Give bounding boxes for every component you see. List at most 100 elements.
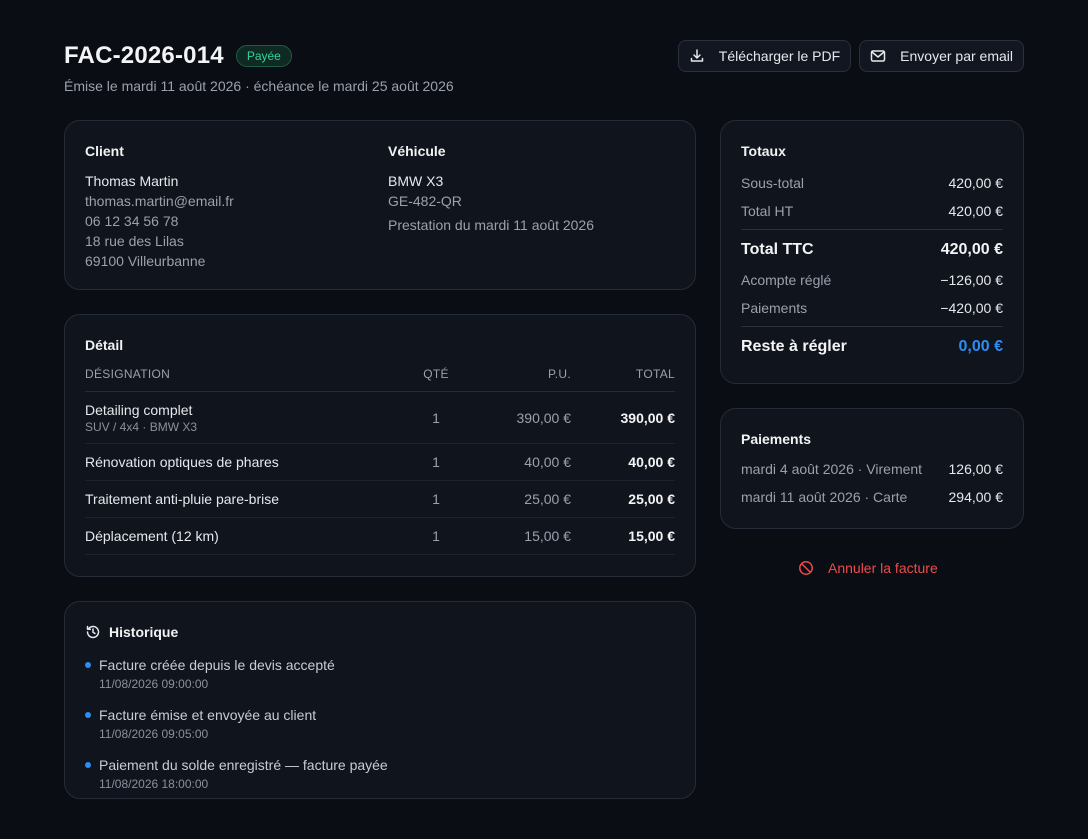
send-email-button[interactable]: Envoyer par email bbox=[859, 40, 1024, 72]
client-vehicle-card: Client Thomas Martin thomas.martin@email… bbox=[64, 120, 696, 290]
client-section: Client Thomas Martin thomas.martin@email… bbox=[85, 143, 234, 271]
status-badge: Payée bbox=[235, 45, 292, 67]
item-name: Detailing complet bbox=[85, 401, 193, 418]
total-ht-label: Total HT bbox=[741, 203, 794, 219]
amount-due-row: Reste à régler 0,00 € bbox=[741, 331, 1003, 363]
table-row: Detailing complet SUV / 4x4 · BMW X3 1 3… bbox=[85, 392, 675, 444]
client-phone: 06 12 34 56 78 bbox=[85, 213, 179, 229]
history-time: 11/08/2026 09:00:00 bbox=[99, 677, 209, 691]
download-icon bbox=[690, 49, 704, 62]
col-designation: DÉSIGNATION bbox=[85, 367, 171, 381]
item-unit-price: 15,00 € bbox=[524, 528, 571, 544]
total-ttc-label: Total TTC bbox=[741, 241, 814, 258]
vehicle-section: Véhicule BMW X3 GE-482-QR Prestation du … bbox=[388, 143, 594, 235]
payment-row: mardi 4 août 2026 · Virement 126,00 € bbox=[741, 455, 1003, 483]
mail-icon bbox=[870, 50, 886, 62]
row-designation: Detailing complet SUV / 4x4 · BMW X3 bbox=[85, 402, 414, 434]
download-pdf-button[interactable]: Télécharger le PDF bbox=[677, 40, 852, 72]
subtotal-row: Sous-total 420,00 € bbox=[741, 169, 1003, 197]
payments-total-row: Paiements −420,00 € bbox=[741, 294, 1003, 322]
item-unit-price: 390,00 € bbox=[516, 409, 572, 426]
client-address-street: 18 rue des Lilas bbox=[85, 233, 184, 249]
client-address-city: 69100 Villeurbanne bbox=[85, 253, 206, 269]
timeline-dot bbox=[85, 712, 91, 718]
amount-due-label: Reste à régler bbox=[741, 338, 847, 355]
send-email-label: Envoyer par email bbox=[900, 48, 1013, 64]
table-row: Rénovation optiques de phares 1 40,00 € … bbox=[85, 444, 675, 481]
payment-label: mardi 11 août 2026 · Carte bbox=[741, 489, 908, 505]
vehicle-plate: GE-482-QR bbox=[388, 193, 462, 209]
item-total: 15,00 € bbox=[628, 528, 675, 544]
history-time: 11/08/2026 18:00:00 bbox=[99, 777, 209, 791]
item-total: 25,00 € bbox=[628, 491, 675, 507]
item-qty: 1 bbox=[432, 491, 440, 507]
client-name: Thomas Martin bbox=[85, 173, 179, 189]
divider bbox=[741, 326, 1003, 327]
cancel-invoice-button[interactable]: Annuler la facture bbox=[798, 560, 938, 576]
item-qty: 1 bbox=[432, 454, 440, 470]
payment-amount: 126,00 € bbox=[948, 461, 1004, 477]
payment-row: mardi 11 août 2026 · Carte 294,00 € bbox=[741, 483, 1003, 511]
amount-due-value: 0,00 € bbox=[958, 338, 1003, 355]
item-name: Traitement anti-pluie pare-brise bbox=[85, 491, 280, 507]
history-item: Facture émise et envoyée au client 11/08… bbox=[85, 706, 675, 742]
detail-title: Détail bbox=[85, 337, 124, 353]
item-name: Déplacement (12 km) bbox=[85, 528, 219, 544]
deposit-value: −126,00 € bbox=[940, 272, 1003, 288]
divider bbox=[741, 229, 1003, 230]
vehicle-title: Véhicule bbox=[388, 143, 446, 159]
client-title: Client bbox=[85, 143, 124, 159]
deposit-label: Acompte réglé bbox=[741, 272, 832, 288]
table-row: Traitement anti-pluie pare-brise 1 25,00… bbox=[85, 481, 675, 518]
payment-label: mardi 4 août 2026 · Virement bbox=[741, 461, 923, 477]
item-unit-price: 25,00 € bbox=[524, 491, 571, 507]
history-list: Facture créée depuis le devis accepté 11… bbox=[85, 656, 675, 792]
history-card: Historique Facture créée depuis le devis… bbox=[64, 601, 696, 799]
total-ht-value: 420,00 € bbox=[948, 203, 1004, 219]
invoice-number: FAC-2026-014 bbox=[64, 42, 224, 69]
download-pdf-label: Télécharger le PDF bbox=[718, 48, 841, 64]
vehicle-model: BMW X3 bbox=[388, 173, 444, 189]
totals-title: Totaux bbox=[741, 143, 786, 159]
subtotal-value: 420,00 € bbox=[948, 175, 1004, 191]
history-time: 11/08/2026 09:05:00 bbox=[99, 727, 209, 741]
timeline-dot bbox=[85, 662, 91, 668]
history-header: Historique bbox=[85, 624, 675, 640]
col-total: TOTAL bbox=[635, 367, 675, 381]
table-header: DÉSIGNATION QTÉ P.U. TOTAL bbox=[85, 367, 675, 392]
client-email: thomas.martin@email.fr bbox=[85, 193, 234, 209]
cancel-invoice-label: Annuler la facture bbox=[828, 560, 938, 576]
item-unit-price: 40,00 € bbox=[524, 454, 571, 470]
payments-total-label: Paiements bbox=[741, 300, 808, 316]
history-icon bbox=[86, 625, 100, 639]
history-text: Paiement du solde enregistré — facture p… bbox=[99, 757, 388, 773]
totals-card: Totaux Sous-total 420,00 € Total HT 420,… bbox=[720, 120, 1024, 384]
timeline-dot bbox=[85, 762, 91, 768]
invoice-header: FAC-2026-014 Payée Émise le mardi 11 aoû… bbox=[64, 40, 1024, 94]
total-ttc-value: 420,00 € bbox=[940, 241, 1003, 258]
total-ttc-row: Total TTC 420,00 € bbox=[741, 234, 1003, 266]
history-item: Facture créée depuis le devis accepté 11… bbox=[85, 656, 675, 692]
total-ht-row: Total HT 420,00 € bbox=[741, 197, 1003, 225]
invoice-dates: Émise le mardi 11 août 2026 · échéance l… bbox=[64, 78, 454, 94]
item-name: Rénovation optiques de phares bbox=[85, 454, 279, 470]
header-actions: Télécharger le PDF Envoyer par email bbox=[677, 40, 1024, 72]
subtotal-label: Sous-total bbox=[741, 175, 805, 191]
item-total: 390,00 € bbox=[620, 409, 676, 426]
ban-icon bbox=[799, 561, 813, 575]
col-qty: QTÉ bbox=[423, 367, 449, 381]
history-text: Facture créée depuis le devis accepté bbox=[99, 657, 335, 673]
payments-title: Paiements bbox=[741, 431, 812, 447]
item-qty: 1 bbox=[432, 409, 440, 426]
table-row: Déplacement (12 km) 1 15,00 € 15,00 € bbox=[85, 518, 675, 555]
history-item: Paiement du solde enregistré — facture p… bbox=[85, 756, 675, 792]
item-qty: 1 bbox=[432, 528, 440, 544]
history-text: Facture émise et envoyée au client bbox=[99, 707, 317, 723]
col-unit-price: P.U. bbox=[548, 367, 571, 381]
service-date: Prestation du mardi 11 août 2026 bbox=[388, 217, 594, 233]
item-subtitle: SUV / 4x4 · BMW X3 bbox=[85, 419, 198, 434]
payments-card: Paiements mardi 4 août 2026 · Virement 1… bbox=[720, 408, 1024, 529]
payment-amount: 294,00 € bbox=[948, 489, 1004, 505]
payments-total-value: −420,00 € bbox=[940, 300, 1003, 316]
deposit-row: Acompte réglé −126,00 € bbox=[741, 266, 1003, 294]
